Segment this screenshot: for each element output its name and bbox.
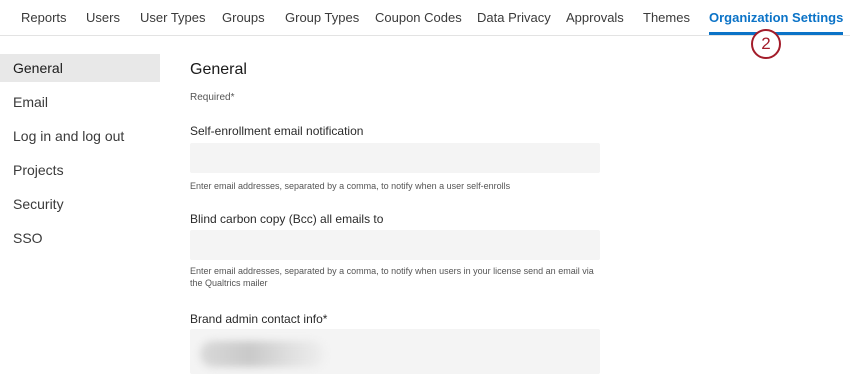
- sidebar-item-general[interactable]: General: [0, 54, 160, 82]
- tab-themes[interactable]: Themes: [643, 0, 690, 35]
- sidebar-item-security[interactable]: Security: [0, 190, 160, 224]
- bcc-emails-input[interactable]: [190, 230, 600, 260]
- tab-organization-settings[interactable]: Organization Settings: [709, 0, 844, 35]
- brand-admin-contact-label: Brand admin contact info*: [190, 312, 328, 326]
- self-enrollment-email-hint: Enter email addresses, separated by a co…: [190, 181, 511, 191]
- tab-user-types[interactable]: User Types: [140, 0, 206, 35]
- brand-admin-contact-input[interactable]: [190, 329, 600, 374]
- bcc-emails-label: Blind carbon copy (Bcc) all emails to: [190, 212, 384, 226]
- redacted-value: [200, 341, 325, 367]
- self-enrollment-email-input[interactable]: [190, 143, 600, 173]
- tab-users[interactable]: Users: [86, 0, 120, 35]
- tab-coupon-codes[interactable]: Coupon Codes: [375, 0, 462, 35]
- tab-reports[interactable]: Reports: [21, 0, 67, 35]
- tab-groups[interactable]: Groups: [222, 0, 265, 35]
- admin-tab-bar: Reports Users User Types Groups Group Ty…: [0, 0, 850, 36]
- tab-approvals[interactable]: Approvals: [566, 0, 624, 35]
- tab-data-privacy[interactable]: Data Privacy: [477, 0, 551, 35]
- required-note: Required*: [190, 92, 235, 103]
- step-callout-badge: 2: [751, 29, 781, 59]
- self-enrollment-email-label: Self-enrollment email notification: [190, 124, 364, 138]
- settings-sidebar: General Email Log in and log out Project…: [0, 54, 160, 258]
- sidebar-item-projects[interactable]: Projects: [0, 156, 160, 190]
- bcc-emails-hint: Enter email addresses, separated by a co…: [190, 266, 594, 288]
- sidebar-item-sso[interactable]: SSO: [0, 224, 160, 258]
- sidebar-item-log-in-and-log-out[interactable]: Log in and log out: [0, 122, 160, 156]
- sidebar-item-email[interactable]: Email: [0, 88, 160, 122]
- page-title: General: [190, 61, 247, 78]
- tab-group-types[interactable]: Group Types: [285, 0, 359, 35]
